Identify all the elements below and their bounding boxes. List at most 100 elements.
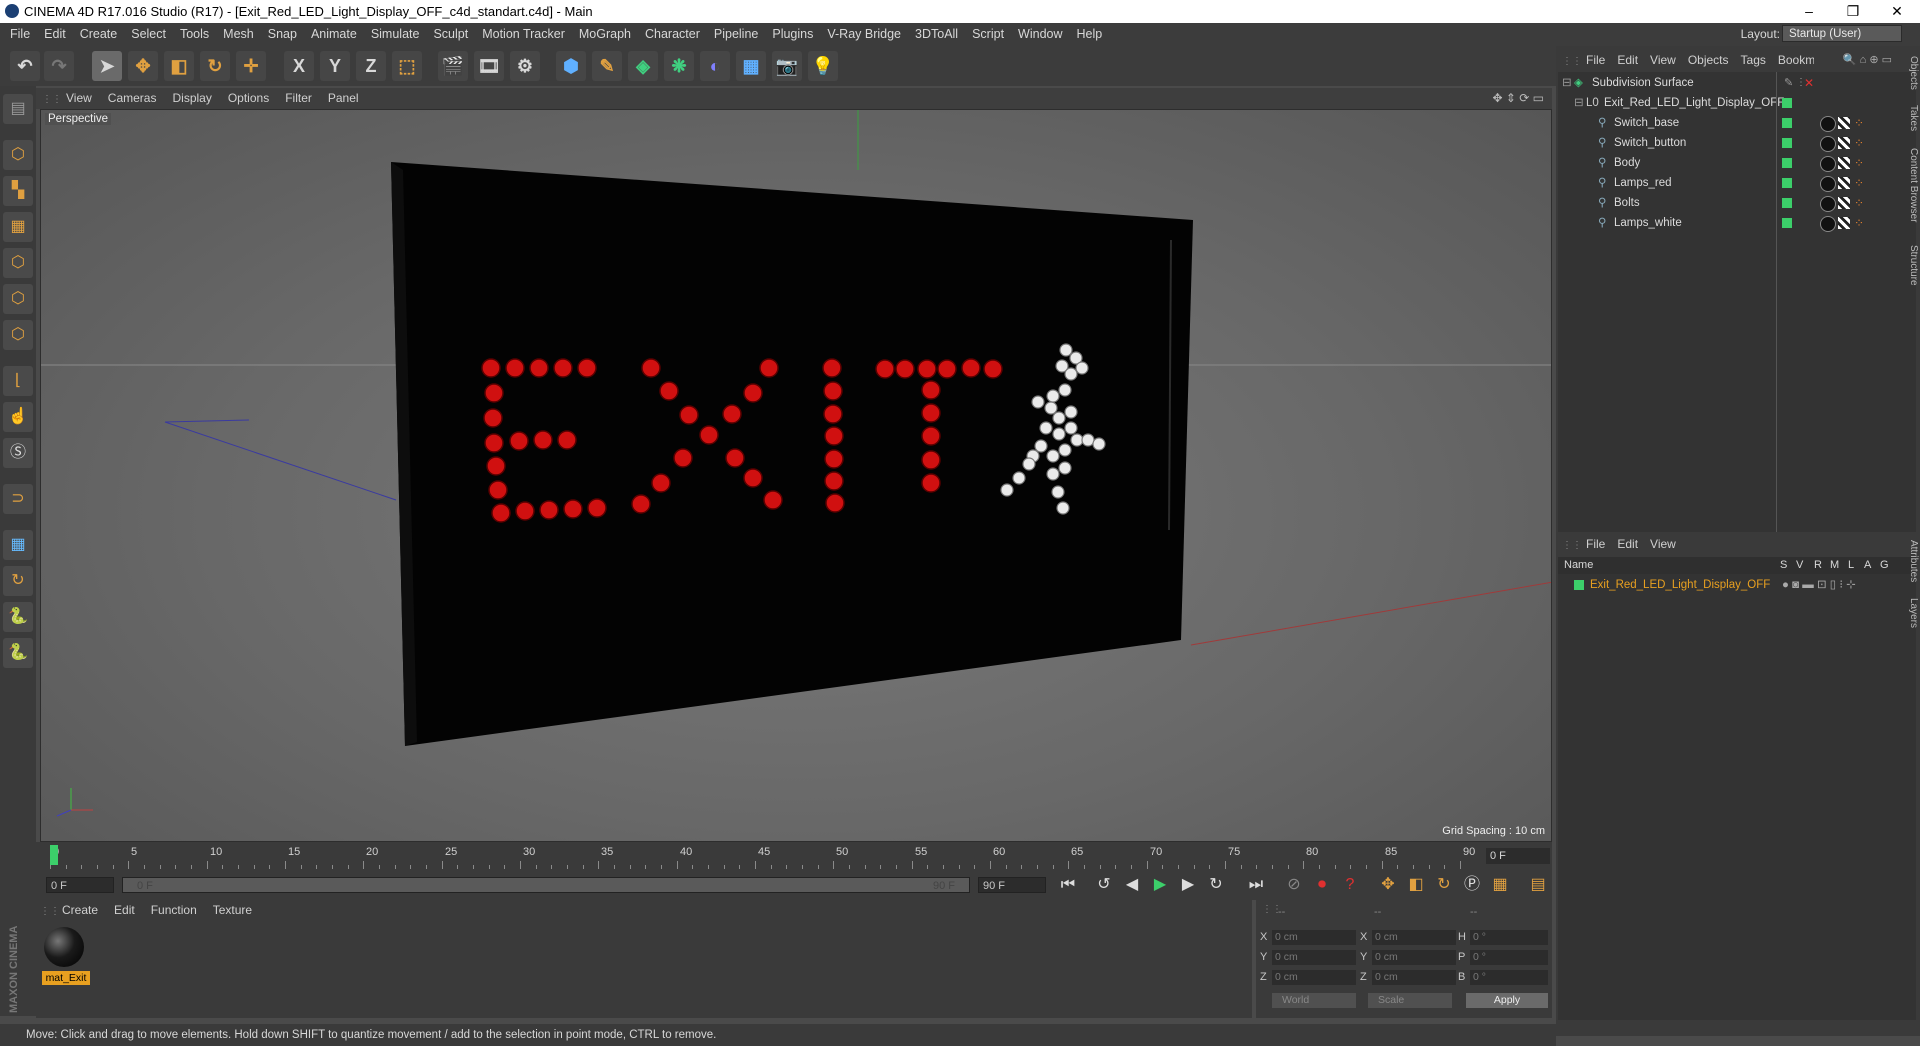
- menu-snap[interactable]: Snap: [261, 23, 304, 46]
- object-row[interactable]: ⊟ ◈ Subdivision Surface ✎ ⋮ ✕: [1558, 73, 1916, 93]
- menu-mograph[interactable]: MoGraph: [572, 23, 638, 46]
- menu-animate[interactable]: Animate: [304, 23, 364, 46]
- tab-content-browser[interactable]: Content Browser: [1903, 148, 1919, 222]
- layer-col-v[interactable]: V: [1796, 557, 1803, 574]
- select-arrow-icon[interactable]: ➤: [92, 51, 122, 81]
- mat-menu-texture[interactable]: Texture: [205, 900, 260, 920]
- obj-menu-view[interactable]: View: [1644, 50, 1682, 70]
- menu-script[interactable]: Script: [965, 23, 1011, 46]
- selection-tag-icon[interactable]: ⁘: [1854, 217, 1866, 229]
- mograph-cloner-icon[interactable]: ❋: [664, 51, 694, 81]
- tab-layers[interactable]: Layers: [1903, 598, 1919, 628]
- minimize-button[interactable]: –: [1786, 0, 1832, 23]
- key-rotation-icon[interactable]: ↻: [1432, 873, 1456, 897]
- layer-color-icon[interactable]: [1782, 138, 1792, 148]
- uvw-tag-icon[interactable]: [1838, 217, 1850, 229]
- scale-tool-icon[interactable]: ◧: [164, 51, 194, 81]
- tab-objects[interactable]: Objects: [1903, 56, 1919, 90]
- tab-attributes[interactable]: Attributes: [1903, 540, 1919, 582]
- obj-menu-bookmarks[interactable]: Bookmarks: [1772, 50, 1814, 70]
- size-z-field[interactable]: 0 cm: [1372, 970, 1456, 985]
- viewport-menu-filter[interactable]: Filter: [277, 88, 320, 109]
- redo-icon[interactable]: ↷: [44, 51, 74, 81]
- record-keys-icon[interactable]: ⊘: [1282, 873, 1306, 897]
- start-frame-field[interactable]: 0 F: [46, 877, 114, 893]
- viewport-menu-view[interactable]: View: [58, 88, 100, 109]
- menu-simulate[interactable]: Simulate: [364, 23, 427, 46]
- object-row[interactable]: ⚲ Switch_base ⁘: [1558, 113, 1916, 133]
- object-row[interactable]: ⚲ Lamps_white ⁘: [1558, 213, 1916, 233]
- viewport-menu-display[interactable]: Display: [164, 88, 219, 109]
- rot-p-field[interactable]: 0 °: [1470, 950, 1548, 965]
- menu-mesh[interactable]: Mesh: [216, 23, 261, 46]
- timeline-window-icon[interactable]: ▤: [1526, 873, 1550, 897]
- layer-col-r[interactable]: R: [1814, 557, 1822, 574]
- grid-lock-icon[interactable]: ▦: [3, 530, 33, 560]
- coord-mode-dropdown[interactable]: World: [1272, 993, 1356, 1008]
- menu-motion-tracker[interactable]: Motion Tracker: [475, 23, 572, 46]
- selection-tag-icon[interactable]: ⁘: [1854, 157, 1866, 169]
- mat-menu-function[interactable]: Function: [143, 900, 205, 920]
- layer-color-icon[interactable]: [1782, 218, 1792, 228]
- object-disabled-icon[interactable]: ✕: [1804, 73, 1814, 93]
- uvw-tag-icon[interactable]: [1838, 177, 1850, 189]
- python-script-icon[interactable]: 🐍: [3, 638, 33, 668]
- light-icon[interactable]: 💡: [808, 51, 838, 81]
- z-axis-lock-button[interactable]: Z: [356, 51, 386, 81]
- obj-menu-file[interactable]: File: [1580, 50, 1611, 70]
- coord-system-icon[interactable]: ⬚: [392, 51, 422, 81]
- viewport-nav-icons[interactable]: ✥ ⇕ ⟳ ▭: [1492, 91, 1544, 105]
- locked-workplane-icon[interactable]: ↻: [3, 566, 33, 596]
- transform-icon[interactable]: ✛: [236, 51, 266, 81]
- end-frame-field[interactable]: 90 F: [978, 877, 1046, 893]
- material-tag-icon[interactable]: [1820, 176, 1836, 192]
- menu-select[interactable]: Select: [124, 23, 173, 46]
- menu-help[interactable]: Help: [1070, 23, 1110, 46]
- render-view-icon[interactable]: 🎬: [438, 51, 468, 81]
- layer-col-s[interactable]: S: [1780, 557, 1787, 574]
- uvw-tag-icon[interactable]: [1838, 157, 1850, 169]
- polygons-mode-icon[interactable]: ⬡: [3, 320, 33, 350]
- y-axis-lock-button[interactable]: Y: [320, 51, 350, 81]
- key-parameter-icon[interactable]: Ⓟ: [1460, 873, 1484, 897]
- obj-menu-edit[interactable]: Edit: [1611, 50, 1644, 70]
- x-axis-lock-button[interactable]: X: [284, 51, 314, 81]
- menu-character[interactable]: Character: [638, 23, 707, 46]
- layer-color-swatch[interactable]: [1574, 580, 1584, 590]
- maximize-button[interactable]: ❐: [1830, 0, 1876, 23]
- close-button[interactable]: ✕: [1874, 0, 1920, 23]
- material-tag-icon[interactable]: [1820, 116, 1836, 132]
- pos-y-field[interactable]: 0 cm: [1272, 950, 1356, 965]
- prev-frame-icon[interactable]: ◀: [1120, 873, 1144, 897]
- edges-mode-icon[interactable]: ⬡: [3, 284, 33, 314]
- material-name[interactable]: mat_Exit: [42, 971, 90, 985]
- texture-mode-icon[interactable]: ▚: [3, 176, 33, 206]
- layout-dropdown[interactable]: Startup (User): [1782, 25, 1902, 42]
- menu-create[interactable]: Create: [73, 23, 125, 46]
- layer-col-g[interactable]: G: [1880, 557, 1889, 574]
- obj-menu-objects[interactable]: Objects: [1682, 50, 1735, 70]
- viewport-menu-panel[interactable]: Panel: [320, 88, 367, 109]
- layer-col-l[interactable]: L: [1848, 557, 1854, 574]
- menu-vray-bridge[interactable]: V-Ray Bridge: [820, 23, 908, 46]
- prev-key-icon[interactable]: ↺: [1092, 873, 1116, 897]
- go-to-start-icon[interactable]: ⏮: [1056, 873, 1080, 897]
- layer-color-icon[interactable]: [1782, 178, 1792, 188]
- material-preview-icon[interactable]: [44, 927, 84, 967]
- layer-menu-edit[interactable]: Edit: [1611, 534, 1644, 554]
- floor-icon[interactable]: ▦: [736, 51, 766, 81]
- material-tag-icon[interactable]: [1820, 216, 1836, 232]
- next-key-icon[interactable]: ↻: [1204, 873, 1228, 897]
- size-mode-dropdown[interactable]: Scale: [1368, 993, 1452, 1008]
- layer-col-a[interactable]: A: [1864, 557, 1871, 574]
- key-position-icon[interactable]: ✥: [1376, 873, 1400, 897]
- selection-tag-icon[interactable]: ⁘: [1854, 197, 1866, 209]
- rot-h-field[interactable]: 0 °: [1470, 930, 1548, 945]
- rotate-tool-icon[interactable]: ↻: [200, 51, 230, 81]
- menu-tools[interactable]: Tools: [173, 23, 216, 46]
- range-slider[interactable]: 0 F 90 F: [122, 877, 970, 893]
- cube-primitive-icon[interactable]: ⬢: [556, 51, 586, 81]
- mat-menu-create[interactable]: Create: [54, 900, 106, 920]
- pen-spline-icon[interactable]: ✎: [592, 51, 622, 81]
- playhead-marker[interactable]: [50, 845, 58, 865]
